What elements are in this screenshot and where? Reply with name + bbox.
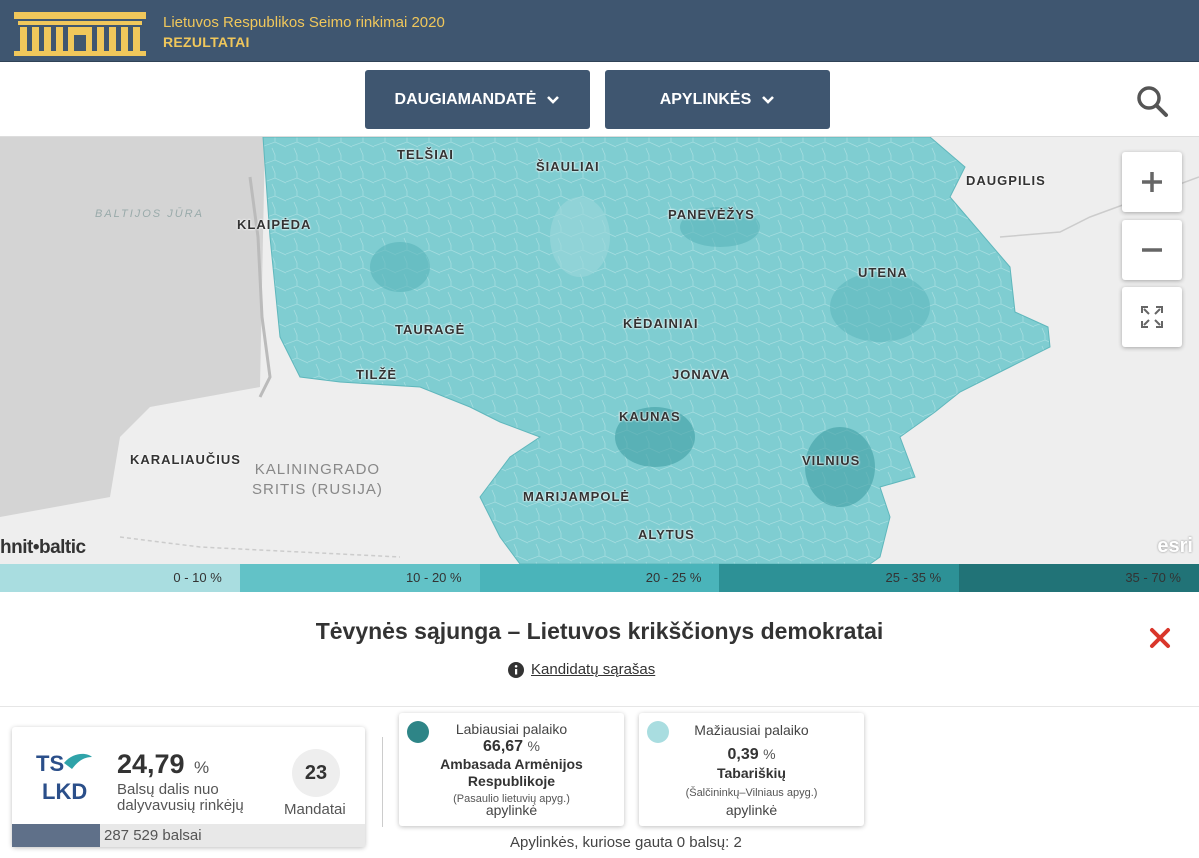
sea-label: BALTIJOS JŪRA (95, 208, 204, 220)
legend-segment: 35 - 70 % (959, 564, 1199, 592)
close-icon[interactable] (1148, 626, 1172, 650)
legend-segment: 0 - 10 % (0, 564, 240, 592)
legend-range: 35 - 70 % (1125, 570, 1181, 585)
most-support-pct-unit: % (527, 738, 540, 754)
party-logo-ts: TS (36, 751, 64, 776)
city-label: KAUNAS (619, 409, 681, 424)
results-map[interactable]: BALTIJOS JŪRA TELŠIAI ŠIAULIAI DAUGPILIS… (0, 137, 1199, 564)
city-label: TILŽĖ (356, 367, 398, 382)
districts-dropdown[interactable]: APYLINKĖS (605, 70, 830, 129)
city-label: KARALIAUČIUS (130, 452, 241, 467)
votes-bar: 287 529 balsai (12, 824, 365, 847)
navigation-bar: DAUGIAMANDATĖ APYLINKĖS (0, 62, 1199, 137)
legend-range: 0 - 10 % (173, 570, 222, 585)
districts-label: APYLINKĖS (659, 90, 752, 108)
legend-range: 10 - 20 % (405, 570, 462, 585)
city-label: ŠIAULIAI (536, 159, 600, 174)
zoom-out-button[interactable] (1122, 220, 1182, 280)
minus-icon (1142, 248, 1162, 252)
least-support-pct-value: 0,39 (727, 746, 759, 763)
least-support-pct-unit: % (763, 746, 776, 762)
legend-segment: 20 - 25 % (479, 564, 720, 592)
top-bar: Lietuvos Respublikos Seimo rinkimai 2020… (0, 0, 1199, 62)
least-support-type: apylinkė (725, 802, 778, 818)
least-support-district: (Šalčininkų–Vilniaus apyg.) (685, 787, 818, 799)
chevron-down-icon (547, 95, 560, 104)
vote-share-label: Balsų dalis nuo dalyvavusių rinkėjų (117, 781, 244, 814)
site-subtitle: REZULTATAI (163, 34, 250, 50)
chevron-down-icon (762, 95, 775, 104)
zero-votes-note: Apylinkės, kuriose gauta 0 balsų: 2 (510, 834, 742, 851)
city-label: JONAVA (672, 367, 731, 382)
region-label: KALININGRADO SRITIS (RUSIJA) (252, 461, 383, 498)
most-support-type: apylinkė (485, 802, 538, 818)
multi-member-dropdown[interactable]: DAUGIAMANDATĖ (365, 70, 590, 129)
city-label: PANEVĖŽYS (668, 207, 755, 222)
party-stats-card: TS LKD 24,79 % Balsų dalis nuo dalyvavus… (12, 727, 365, 847)
legend-range: 25 - 35 % (885, 570, 942, 585)
city-label: TAURAGĖ (395, 322, 466, 337)
city-label: VILNIUS (802, 453, 861, 468)
site-title: Lietuvos Respublikos Seimo rinkimai 2020 (163, 14, 445, 31)
least-support-card[interactable]: Mažiausiai palaiko 0,39 % Tabariškių (Ša… (639, 713, 864, 826)
least-support-heading: Mažiausiai palaiko (694, 722, 809, 738)
legend-range: 20 - 25 % (645, 570, 702, 585)
legend-segment: 10 - 20 % (239, 564, 480, 592)
mandates-label: Mandatai (284, 801, 346, 818)
city-label: KĖDAINIAI (623, 316, 699, 331)
most-support-name: Ambasada Armėnijos Respublikoje (440, 756, 583, 789)
seimas-logo[interactable] (12, 9, 148, 57)
city-label: ALYTUS (638, 527, 695, 542)
vertical-separator (382, 737, 383, 827)
city-label: MARIJAMPOLĖ (523, 489, 631, 504)
party-name: Tėvynės sąjunga – Lietuvos krikščionys d… (315, 618, 884, 644)
city-label: DAUGPILIS (966, 173, 1046, 188)
info-icon (508, 661, 524, 678)
search-icon[interactable] (1135, 84, 1169, 118)
esri-logo: esri (1157, 535, 1193, 557)
fullscreen-button[interactable] (1122, 287, 1182, 347)
city-label: KLAIPĖDA (237, 217, 312, 232)
most-support-percentage: 66,67 % (399, 738, 624, 756)
fullscreen-icon (1141, 306, 1163, 328)
vote-share-value: 24,79 (117, 749, 185, 779)
candidates-list-label: Kandidatų sąrašas (531, 661, 656, 678)
party-logo: TS LKD (36, 751, 92, 803)
multi-member-label: DAUGIAMANDATĖ (394, 90, 537, 108)
mandates-count: 23 (292, 749, 340, 797)
party-logo-lkd: LKD (42, 779, 87, 803)
legend-segment: 25 - 35 % (719, 564, 960, 592)
city-label: TELŠIAI (397, 147, 454, 162)
vote-share-unit: % (194, 758, 210, 777)
most-support-card[interactable]: Labiausiai palaiko 66,67 % Ambasada Armė… (399, 713, 624, 826)
map-legend: 0 - 10 % 10 - 20 % 20 - 25 % 25 - 35 % 3… (0, 564, 1199, 592)
least-support-percentage: 0,39 % (639, 746, 864, 764)
plus-icon (1142, 172, 1162, 192)
votes-count: 287 529 balsai (104, 827, 202, 844)
most-support-pct-value: 66,67 (483, 738, 524, 755)
least-support-name: Tabariškių (717, 765, 786, 781)
votes-bar-fill (12, 824, 101, 847)
section-divider (0, 706, 1199, 707)
hnit-baltic-logo: hnit•baltic (0, 537, 86, 558)
candidates-list-link[interactable]: Kandidatų sąrašas (508, 661, 655, 678)
city-label: UTENA (858, 265, 908, 280)
zoom-in-button[interactable] (1122, 152, 1182, 212)
most-support-heading: Labiausiai palaiko (455, 721, 568, 737)
